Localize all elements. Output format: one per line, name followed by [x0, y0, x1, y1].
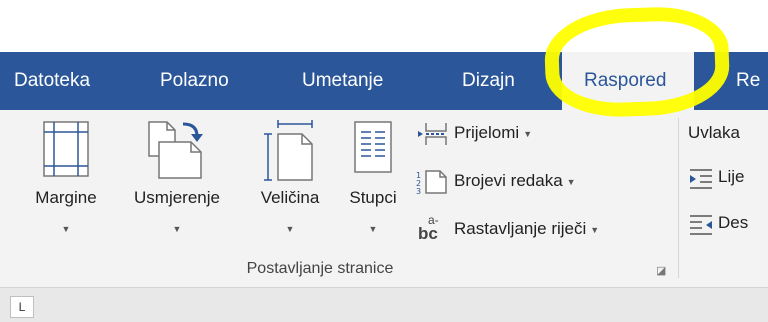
- margins-icon: [43, 121, 89, 177]
- svg-text:3: 3: [416, 187, 421, 195]
- ribbon-tab-bar: Datoteka Polazno Umetanje Dizajn Raspore…: [0, 52, 768, 112]
- columns-button[interactable]: Stupci ▼: [336, 110, 410, 248]
- tab-umetanje[interactable]: Umetanje: [302, 52, 383, 110]
- hyphenation-icon: a- bc: [416, 213, 450, 243]
- chevron-down-icon: ▼: [566, 176, 576, 187]
- chevron-down-icon: ▼: [285, 224, 295, 234]
- indent-left-control[interactable]: Lije: [688, 162, 744, 192]
- ruler-area: L: [0, 288, 768, 322]
- hyphenation-icon-bottom: bc: [418, 223, 438, 243]
- columns-label: Stupci: [349, 188, 397, 207]
- tab-raspored[interactable]: Raspored: [562, 52, 694, 112]
- dialog-launcher-icon[interactable]: ◪: [656, 264, 666, 277]
- size-label: Veličina: [260, 188, 320, 207]
- chevron-down-icon: ▼: [368, 224, 378, 234]
- hyphenation-label: Rastavljanje riječi: [454, 219, 587, 238]
- indent-right-control[interactable]: Des: [688, 208, 748, 238]
- orientation-icon: [148, 121, 203, 179]
- indent-label: Uvlaka: [688, 123, 740, 142]
- orientation-button[interactable]: Usmjerenje ▼: [116, 110, 238, 248]
- size-button[interactable]: Veličina ▼: [244, 110, 336, 248]
- columns-icon: [354, 121, 392, 173]
- window-top-area: [0, 0, 768, 52]
- line-numbers-label: Brojevi redaka: [454, 171, 563, 190]
- margins-button[interactable]: Margine ▼: [20, 110, 112, 248]
- group-divider: [678, 118, 679, 278]
- ribbon-layout-panel: Margine ▼ Usmjerenje ▼ Veličina ▼ Stupci…: [0, 110, 768, 288]
- chevron-down-icon: ▼: [172, 224, 182, 234]
- breaks-icon: [418, 122, 447, 145]
- indent-left-icon: [690, 168, 712, 189]
- chevron-down-icon: ▼: [61, 224, 71, 234]
- margins-label: Margine: [35, 188, 97, 207]
- orientation-label: Usmjerenje: [134, 188, 220, 207]
- indent-left-label: Lije: [718, 167, 745, 186]
- line-numbers-icon: 1 2 3: [416, 169, 447, 195]
- line-numbers-button[interactable]: 1 2 3 Brojevi redaka ▼: [416, 166, 576, 196]
- tab-datoteka[interactable]: Datoteka: [14, 52, 90, 110]
- chevron-down-icon: ▼: [523, 128, 533, 139]
- tab-reference[interactable]: Re: [736, 52, 760, 110]
- indent-right-icon: [690, 214, 712, 235]
- breaks-label: Prijelomi: [454, 123, 520, 142]
- page-size-icon: [264, 120, 313, 181]
- page-setup-group-label: Postavljanje stranice: [246, 260, 394, 277]
- hyphenation-button[interactable]: a- bc Rastavljanje riječi ▼: [416, 213, 600, 244]
- indent-right-label: Des: [718, 213, 749, 232]
- chevron-down-icon: ▼: [590, 224, 600, 235]
- breaks-button[interactable]: Prijelomi ▼: [416, 118, 532, 148]
- tab-selector-button[interactable]: L: [10, 296, 34, 318]
- tab-polazno[interactable]: Polazno: [160, 52, 229, 110]
- tab-dizajn[interactable]: Dizajn: [462, 52, 515, 110]
